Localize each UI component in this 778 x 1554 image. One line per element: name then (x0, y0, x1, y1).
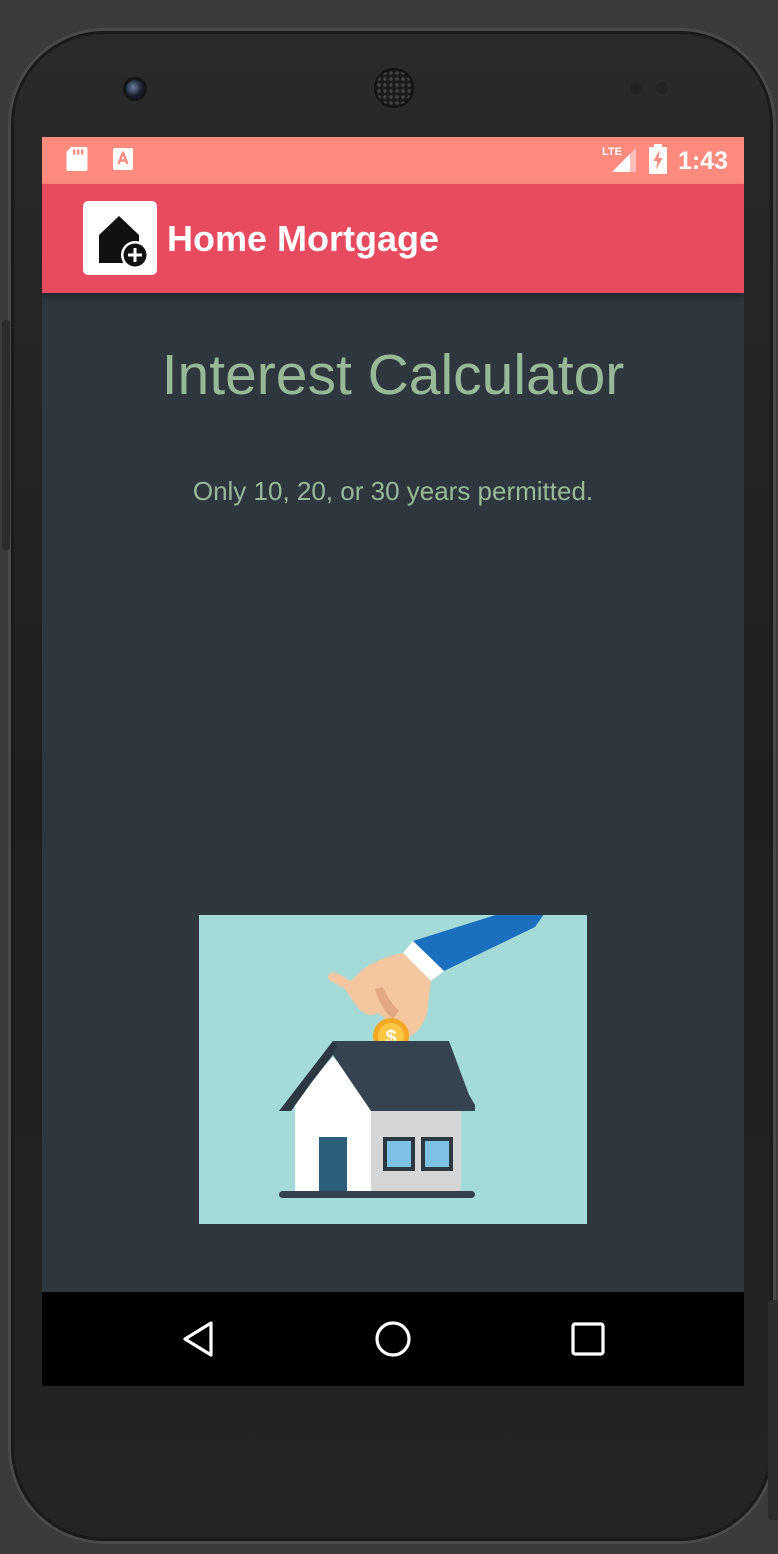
navigation-bar (42, 1292, 744, 1386)
page-title: Interest Calculator (161, 343, 625, 407)
lte-label: LTE (602, 146, 622, 158)
proximity-sensor (630, 82, 642, 94)
volume-button (2, 320, 10, 550)
app-title: Home Mortgage (167, 218, 440, 259)
home-icon[interactable] (368, 1314, 418, 1364)
term-restriction-note: Only 10, 20, or 30 years permitted. (192, 476, 594, 506)
house-savings-illustration: $ (199, 915, 587, 1224)
device-screen: LTE 1:43 Home Mortgage Interest Calculat… (42, 137, 744, 1386)
front-camera (126, 80, 144, 98)
app-notification-icon (112, 147, 134, 176)
earpiece-speaker (376, 70, 412, 106)
light-sensor (656, 82, 668, 94)
status-bar: LTE 1:43 (42, 137, 744, 184)
status-clock: 1:43 (677, 146, 728, 175)
recents-icon[interactable] (563, 1314, 613, 1364)
sd-card-icon (66, 146, 88, 177)
app-bar: Home Mortgage (42, 184, 744, 293)
home-plus-icon[interactable] (83, 201, 157, 275)
power-button (768, 1300, 778, 1520)
back-icon[interactable] (174, 1314, 224, 1364)
lte-signal-icon: LTE (602, 144, 638, 179)
battery-charging-icon (648, 143, 668, 179)
house-coin-image: $ (279, 915, 544, 1198)
